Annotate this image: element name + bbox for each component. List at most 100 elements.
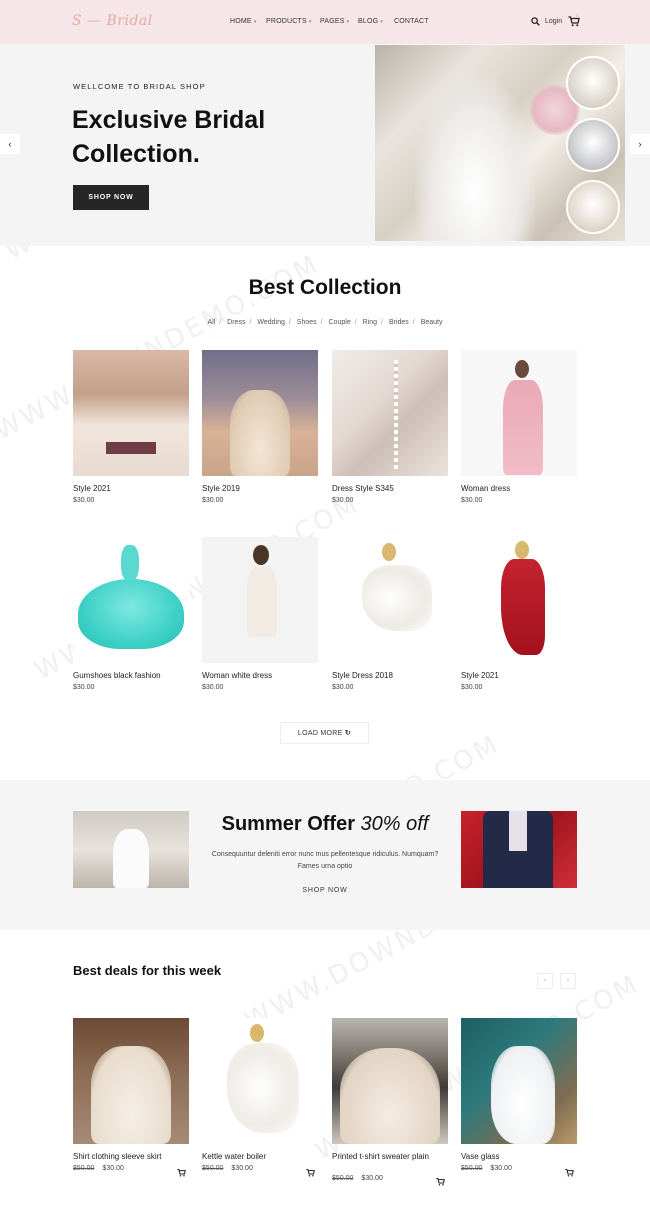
product-name[interactable]: Style 2021: [73, 484, 111, 493]
filter-ring[interactable]: Ring: [363, 319, 377, 326]
deal-card[interactable]: Printed t-shirt sweater plain $50.00 $30.…: [332, 1018, 448, 1186]
add-to-cart-icon[interactable]: [306, 1168, 315, 1177]
refresh-icon: ↻: [344, 730, 352, 737]
product-name[interactable]: Shirt clothing sleeve skirt: [73, 1152, 161, 1161]
deals-prev-arrow[interactable]: ‹: [537, 973, 553, 989]
dress-shape: [247, 567, 277, 637]
nav-home[interactable]: HOME ▾: [230, 18, 257, 25]
product-name[interactable]: Dress Style S345: [332, 484, 394, 493]
product-card[interactable]: Woman white dress $30.00: [202, 537, 318, 691]
model-head-shape: [382, 543, 396, 561]
product-name[interactable]: Style Dress 2018: [332, 671, 393, 680]
dress-shape: [501, 559, 545, 655]
product-image[interactable]: [332, 350, 448, 476]
product-price: $30.00: [73, 684, 95, 691]
shirt-shape: [509, 811, 527, 851]
product-price: $30.00: [461, 684, 483, 691]
add-to-cart-icon[interactable]: [177, 1168, 186, 1177]
product-image[interactable]: [73, 1018, 189, 1144]
model-head-shape: [250, 1024, 264, 1042]
hero-next-arrow[interactable]: ›: [630, 134, 650, 154]
model-head-shape: [253, 545, 269, 565]
dress-shape: [91, 1046, 171, 1144]
chevron-down-icon: ▾: [253, 19, 257, 25]
add-to-cart-icon[interactable]: [436, 1177, 445, 1186]
model-head-shape: [515, 360, 529, 378]
hero-title: Exclusive Bridal Collection.: [72, 106, 266, 168]
dress-shape: [230, 390, 290, 476]
product-image[interactable]: [461, 537, 577, 663]
hero-thumb-circle[interactable]: [566, 56, 620, 110]
product-card[interactable]: Dress Style S345 $30.00: [332, 350, 448, 504]
chevron-down-icon: ▾: [308, 19, 312, 25]
bride-dress-shape: [415, 75, 535, 241]
deals-next-arrow[interactable]: ›: [560, 973, 576, 989]
nav-blog[interactable]: BLOG ▾: [358, 18, 383, 25]
product-price: $30.00: [332, 684, 354, 691]
product-image[interactable]: [332, 537, 448, 663]
nav-products[interactable]: PRODUCTS ▾: [266, 18, 312, 25]
deals-title: Best deals for this week: [73, 963, 222, 978]
product-image[interactable]: [73, 350, 189, 476]
deal-card[interactable]: Shirt clothing sleeve skirt $50.00 $30.00: [73, 1018, 189, 1177]
product-price: $50.00 $30.00: [332, 1175, 383, 1182]
product-name[interactable]: Woman white dress: [202, 671, 272, 680]
dress-shape: [340, 1048, 440, 1144]
product-card[interactable]: Style Dress 2018 $30.00: [332, 537, 448, 691]
filter-brides[interactable]: Brides: [389, 319, 409, 326]
filter-wedding[interactable]: Wedding: [257, 319, 285, 326]
dress-buttons-shape: [394, 360, 398, 470]
product-card[interactable]: Gumshoes black fashion $30.00: [73, 537, 189, 691]
site-logo[interactable]: S — Bridal: [72, 13, 153, 29]
product-image[interactable]: [73, 537, 189, 663]
dress-shape: [491, 1046, 555, 1144]
site-header: S — Bridal HOME ▾ PRODUCTS ▾ PAGES ▾ BLOG ▾ …: [0, 0, 650, 44]
search-icon[interactable]: [531, 17, 540, 26]
cart-count: 0: [576, 14, 579, 20]
best-collection-title: Best Collection: [248, 276, 402, 299]
hero-prev-arrow[interactable]: ‹: [0, 134, 20, 154]
load-more-button[interactable]: LOAD MORE ↻: [280, 722, 369, 744]
deal-card[interactable]: Kettle water boiler $50.00 $30.00: [202, 1018, 318, 1177]
filter-shoes[interactable]: Shoes: [297, 319, 317, 326]
product-name[interactable]: Kettle water boiler: [202, 1152, 266, 1161]
summer-offer-shop-now[interactable]: SHOP NOW: [0, 887, 650, 894]
hero-thumb-circle[interactable]: [566, 118, 620, 172]
add-to-cart-icon[interactable]: [565, 1168, 574, 1177]
filter-couple[interactable]: Couple: [329, 319, 351, 326]
deal-card[interactable]: Vase glass $50.00 $30.00: [461, 1018, 577, 1177]
filter-beauty[interactable]: Beauty: [421, 319, 443, 326]
dress-shape: [503, 380, 543, 475]
nav-pages[interactable]: PAGES ▾: [320, 18, 349, 25]
product-image[interactable]: [202, 350, 318, 476]
product-image[interactable]: [202, 1018, 318, 1144]
product-price: $30.00: [73, 497, 95, 504]
product-image[interactable]: [461, 350, 577, 476]
product-price: $50.00 $30.00: [202, 1165, 253, 1172]
chevron-down-icon: ▾: [346, 19, 350, 25]
login-link[interactable]: Login: [545, 18, 562, 25]
hero-shop-now-button[interactable]: SHOP NOW: [73, 185, 149, 210]
hero-thumb-circle[interactable]: [566, 180, 620, 234]
product-card[interactable]: Woman dress $30.00: [461, 350, 577, 504]
product-name[interactable]: Printed t-shirt sweater plain: [332, 1152, 442, 1162]
product-name[interactable]: Style 2019: [202, 484, 240, 493]
dress-sash-shape: [106, 442, 156, 454]
product-name[interactable]: Woman dress: [461, 484, 510, 493]
model-head-shape: [515, 541, 529, 559]
product-card[interactable]: Style 2019 $30.00: [202, 350, 318, 504]
product-name[interactable]: Style 2021: [461, 671, 499, 680]
product-card[interactable]: Style 2021 $30.00: [461, 537, 577, 691]
product-name[interactable]: Vase glass: [461, 1152, 500, 1161]
product-image[interactable]: [332, 1018, 448, 1144]
filter-all[interactable]: All: [207, 319, 215, 326]
product-image[interactable]: [461, 1018, 577, 1144]
dress-shape: [78, 579, 184, 649]
dress-shape: [113, 829, 149, 888]
filter-dress[interactable]: Dress: [227, 319, 245, 326]
nav-contact[interactable]: CONTACT: [394, 18, 429, 25]
product-image[interactable]: [202, 537, 318, 663]
offer-image-groom: [461, 811, 577, 888]
product-name[interactable]: Gumshoes black fashion: [73, 671, 161, 680]
product-card[interactable]: Style 2021 $30.00: [73, 350, 189, 504]
